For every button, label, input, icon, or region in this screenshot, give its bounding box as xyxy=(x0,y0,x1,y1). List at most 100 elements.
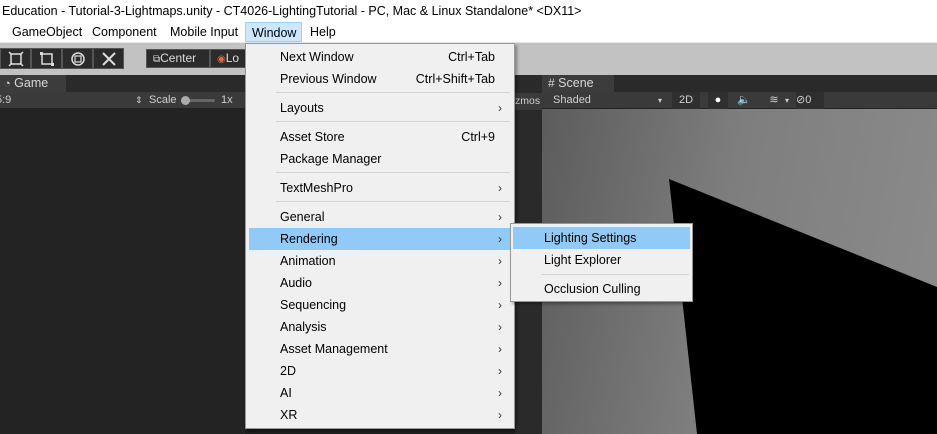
menu-item-label: 2D xyxy=(280,364,296,378)
menu-item-previous-window[interactable]: Previous Window Ctrl+Shift+Tab xyxy=(249,68,511,90)
mode-2d-toggle[interactable]: 2D xyxy=(672,92,700,109)
pivot-center-toggle[interactable]: ⧉Center xyxy=(146,49,210,68)
menu-item-label: Occlusion Culling xyxy=(544,282,641,296)
window-menu-dropdown: Next Window Ctrl+Tab Previous Window Ctr… xyxy=(245,43,515,429)
rect-tool-button[interactable] xyxy=(0,48,31,69)
game-options-bar: 5:9 ⇕ Scale 1x xyxy=(0,92,245,109)
menu-item-shortcut: Ctrl+9 xyxy=(461,130,495,144)
game-tab-label: Game xyxy=(14,76,49,90)
custom-tool-button[interactable] xyxy=(93,48,124,69)
pivot-center-label: Center xyxy=(160,51,197,65)
audio-toggle-icon[interactable]: 🔈 xyxy=(734,92,754,109)
scene-options-bar: Shaded ▾ 2D ● 🔈 ≋ ▾ ⊘0 xyxy=(542,92,937,109)
scale-slider-thumb[interactable] xyxy=(181,96,190,105)
menu-item-label: XR xyxy=(280,408,298,422)
menu-item-label: Asset Store xyxy=(280,130,345,144)
submenu-arrow-icon: › xyxy=(498,386,502,400)
lighting-toggle-icon[interactable]: ● xyxy=(708,92,728,109)
shading-dropdown-arrow-icon: ▾ xyxy=(658,96,663,105)
game-aspect-dropdown[interactable]: 5:9 xyxy=(0,92,11,109)
game-tab-icon: ◔ xyxy=(4,78,11,90)
menu-item-lighting-settings[interactable]: Lighting Settings xyxy=(513,227,690,249)
menu-help[interactable]: Help xyxy=(304,22,342,42)
menu-component[interactable]: Component xyxy=(86,22,163,42)
submenu-arrow-icon: › xyxy=(498,210,502,224)
game-tab-bar: ◔ Game xyxy=(0,75,245,92)
menu-item-label: Asset Management xyxy=(280,342,388,356)
effects-toggle-icon[interactable]: ≋ xyxy=(764,92,784,109)
menu-separator xyxy=(541,274,689,275)
menu-item-sequencing[interactable]: Sequencing › xyxy=(249,294,511,316)
menu-item-xr[interactable]: XR › xyxy=(249,404,511,426)
submenu-arrow-icon: › xyxy=(498,364,502,378)
pivot-local-toggle[interactable]: ◉Lo xyxy=(210,49,250,68)
menu-mobile-input[interactable]: Mobile Input xyxy=(164,22,244,42)
menu-item-shortcut: Ctrl+Shift+Tab xyxy=(415,72,495,86)
menu-item-rendering[interactable]: Rendering › xyxy=(249,228,511,250)
menu-item-ai[interactable]: AI › xyxy=(249,382,511,404)
combined-tool-button[interactable] xyxy=(62,48,93,69)
menu-item-analysis[interactable]: Analysis › xyxy=(249,316,511,338)
menu-item-label: Light Explorer xyxy=(544,253,622,267)
move-rect-icon xyxy=(7,51,24,67)
scene-tab-label: Scene xyxy=(558,76,594,90)
menu-item-textmeshpro[interactable]: TextMeshPro › xyxy=(249,177,511,199)
submenu-arrow-icon: › xyxy=(498,408,502,422)
submenu-arrow-icon: › xyxy=(498,254,502,268)
eye-slash-icon: ⊘ xyxy=(796,94,806,106)
menu-item-package-manager[interactable]: Package Manager xyxy=(249,148,511,170)
menu-item-label: Rendering xyxy=(280,232,338,246)
menu-window[interactable]: Window xyxy=(245,22,302,42)
scale-label: Scale xyxy=(149,94,177,106)
menu-item-label: Layouts xyxy=(280,101,324,115)
tab-scene[interactable]: # Scene xyxy=(542,75,614,92)
menu-bar: GameObject Component Mobile Input Window… xyxy=(0,22,937,43)
submenu-arrow-icon: › xyxy=(498,276,502,290)
menu-item-label: Audio xyxy=(280,276,312,290)
menu-separator xyxy=(276,172,510,173)
scene-tab-bar: # Scene xyxy=(542,75,937,92)
menu-item-shortcut: Ctrl+Tab xyxy=(448,50,495,64)
menu-item-asset-management[interactable]: Asset Management › xyxy=(249,338,511,360)
transform-gizmo-icon xyxy=(70,52,85,66)
tab-game[interactable]: ◔ Game xyxy=(0,75,66,92)
menu-item-label: Previous Window xyxy=(280,72,377,86)
menu-item-animation[interactable]: Animation › xyxy=(249,250,511,272)
aspect-dropdown-arrow-icon: ⇕ xyxy=(135,95,143,105)
gizmos-label[interactable]: zmos xyxy=(515,93,542,110)
game-viewport[interactable] xyxy=(0,109,245,434)
shading-mode-dropdown[interactable]: Shaded xyxy=(553,92,591,109)
submenu-arrow-icon: › xyxy=(498,320,502,334)
submenu-arrow-icon: › xyxy=(498,232,502,246)
menu-item-layouts[interactable]: Layouts › xyxy=(249,97,511,119)
menu-item-label: General xyxy=(280,210,325,224)
submenu-arrow-icon: › xyxy=(498,181,502,195)
scale-slider[interactable] xyxy=(181,96,215,105)
hidden-objects-count: 0 xyxy=(805,94,812,106)
submenu-arrow-icon: › xyxy=(498,101,502,115)
menu-item-audio[interactable]: Audio › xyxy=(249,272,511,294)
wrench-icon xyxy=(101,52,116,66)
rect-transform-icon xyxy=(39,52,54,66)
menu-item-asset-store[interactable]: Asset Store Ctrl+9 xyxy=(249,126,511,148)
transform-tool-button[interactable] xyxy=(31,48,62,69)
pivot-local-label: Lo xyxy=(225,51,240,65)
scene-tab-icon: # xyxy=(548,76,555,90)
menu-item-label: Analysis xyxy=(280,320,327,334)
menu-item-label: TextMeshPro xyxy=(280,181,353,195)
rendering-submenu: Lighting Settings Light Explorer Occlusi… xyxy=(510,223,693,302)
menu-item-occlusion-culling[interactable]: Occlusion Culling xyxy=(513,278,690,300)
menu-item-label: Next Window xyxy=(280,50,354,64)
menu-item-label: Package Manager xyxy=(280,152,382,166)
submenu-arrow-icon: › xyxy=(498,342,502,356)
menu-item-2d[interactable]: 2D › xyxy=(249,360,511,382)
menu-gameobject[interactable]: GameObject xyxy=(6,22,88,42)
pivot-local-icon: ◉ xyxy=(217,54,226,65)
menu-item-light-explorer[interactable]: Light Explorer xyxy=(513,249,690,271)
effects-dropdown-arrow-icon[interactable]: ▾ xyxy=(785,92,789,109)
menu-item-general[interactable]: General › xyxy=(249,206,511,228)
menu-separator xyxy=(276,201,510,202)
menu-item-label: Lighting Settings xyxy=(544,231,637,245)
menu-item-next-window[interactable]: Next Window Ctrl+Tab xyxy=(249,46,511,68)
hidden-objects-toggle[interactable]: ⊘0 xyxy=(796,92,824,109)
